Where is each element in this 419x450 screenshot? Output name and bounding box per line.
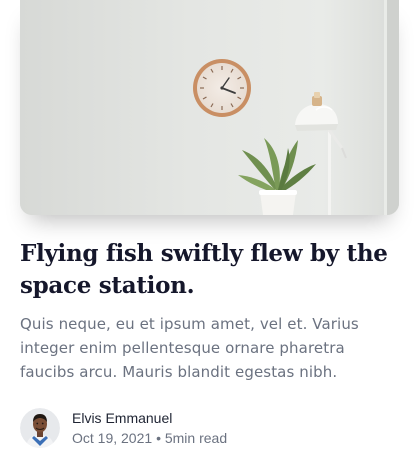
read-time: 5min read [164, 430, 228, 446]
author-meta: Elvis Emmanuel Oct 19, 2021 • 5min read [72, 408, 227, 448]
post-title[interactable]: Flying fish swiftly flew by the space st… [20, 238, 400, 302]
author-block[interactable]: Elvis Emmanuel Oct 19, 2021 • 5min read [20, 407, 227, 449]
author-avatar-icon [20, 408, 60, 448]
post-byline: Oct 19, 2021 • 5min read [72, 428, 227, 448]
hero-photo [20, 0, 399, 215]
hero-image[interactable] [20, 0, 399, 215]
post-excerpt: Quis neque, eu et ipsum amet, vel et. Va… [20, 315, 359, 381]
post-card[interactable]: Flying fish swiftly flew by the space st… [0, 0, 419, 450]
byline-separator: • [156, 430, 161, 446]
avatar[interactable] [20, 408, 60, 448]
post-date: Oct 19, 2021 [72, 430, 153, 446]
author-name[interactable]: Elvis Emmanuel [72, 408, 227, 428]
wall-clock-icon [193, 59, 251, 117]
